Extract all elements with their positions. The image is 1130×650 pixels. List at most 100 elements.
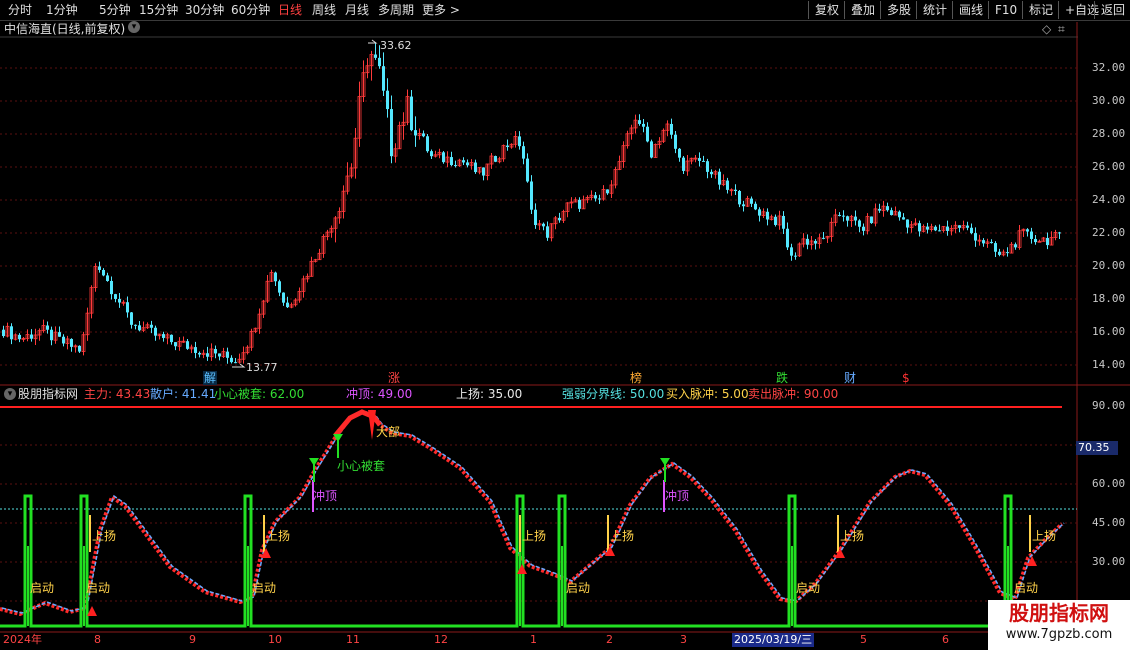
candle-body-down <box>878 208 881 211</box>
stock-title: 中信海直(日线,前复权) <box>4 22 126 36</box>
candle-body-down <box>282 292 285 303</box>
candle-body-down <box>1014 244 1017 248</box>
candle-body-down <box>918 223 921 232</box>
candle-body-down <box>18 334 21 340</box>
low-price-pointer <box>232 363 246 368</box>
chart-canvas <box>0 22 1130 633</box>
candle-body-down <box>786 228 789 248</box>
candle-body-down <box>998 251 1001 255</box>
annotation-rise: 上扬 <box>1032 529 1057 543</box>
candle-body-down <box>102 269 105 276</box>
candle-body-down <box>958 225 961 228</box>
cursor-date-label: 2025/03/19/三 <box>732 633 815 647</box>
candle-body-down <box>674 134 677 149</box>
annotation-start: 启动 <box>1014 581 1039 595</box>
event-marker-rise[interactable]: 涨 <box>388 371 400 385</box>
candle-body-down <box>938 230 941 232</box>
indicator-tick: 45.00 <box>1092 516 1126 529</box>
candle-body-down <box>170 334 173 343</box>
candle-body-down <box>750 198 753 204</box>
annotation-rise: 上扬 <box>266 529 291 543</box>
candle-body-down <box>734 189 737 191</box>
candle-body-down <box>902 217 905 220</box>
candle-body-down <box>926 226 929 230</box>
candle-body-down <box>946 226 949 231</box>
indicator-rise-value: 上扬: 35.00 <box>456 387 523 401</box>
main-force-line <box>0 409 1064 617</box>
date-tick: 12 <box>434 633 448 646</box>
watermark-url: www.7gpzb.com <box>1005 627 1113 642</box>
indicator-divider-value: 强弱分界线: 50.00 <box>562 387 665 401</box>
price-tick: 14.00 <box>1092 358 1126 371</box>
candle-body-down <box>822 237 825 239</box>
candle-body-down <box>130 312 133 325</box>
candle-body-down <box>650 141 653 158</box>
candle-body-down <box>530 181 533 210</box>
candle-body-down <box>990 241 993 244</box>
annotation-rise: 上扬 <box>92 529 117 543</box>
candle-body-down <box>966 225 969 228</box>
price-tick: 28.00 <box>1092 127 1126 140</box>
low-price-label: 13.77 <box>246 361 278 374</box>
indicator-name: 股朋指标网 <box>18 387 79 401</box>
candle-body-down <box>974 233 977 241</box>
price-tick: 32.00 <box>1092 61 1126 74</box>
indicator-collapse-icon[interactable]: ▾ <box>4 388 16 400</box>
annotation-start: 启动 <box>252 581 277 595</box>
price-tick: 16.00 <box>1092 325 1126 338</box>
candle-body-down <box>138 325 141 331</box>
high-price-pointer <box>368 39 378 44</box>
candle-body-down <box>1046 237 1049 246</box>
price-tick: 24.00 <box>1092 193 1126 206</box>
candle-body-down <box>594 195 597 199</box>
candle-body-down <box>218 353 221 357</box>
candle-body-down <box>886 206 889 211</box>
candle-body-down <box>378 57 381 67</box>
candle-body-down <box>970 227 973 234</box>
indicator-lines <box>0 409 1065 628</box>
price-tick: 20.00 <box>1092 259 1126 272</box>
event-marker-fall[interactable]: 跌 <box>776 371 788 385</box>
candle-body-down <box>534 209 537 226</box>
watermark-title: 股朋指标网 <box>1009 601 1109 625</box>
candle-body-down <box>862 226 865 231</box>
candle-body-down <box>702 160 705 162</box>
high-price-label: 33.62 <box>380 39 412 52</box>
candle-body-down <box>126 302 129 313</box>
date-tick: 5 <box>860 633 867 646</box>
candle-body-down <box>546 226 549 238</box>
candle-body-down <box>450 157 453 166</box>
candle-body-down <box>1058 232 1061 234</box>
indicator-tick: 60.00 <box>1092 477 1126 490</box>
candle-body-down <box>806 238 809 245</box>
price-tick: 30.00 <box>1092 94 1126 107</box>
diamond-icon[interactable]: ◇ <box>1042 22 1051 36</box>
indicator-peak-value: 冲顶: 49.00 <box>346 387 413 401</box>
candle-body-down <box>766 211 769 220</box>
annotation-start: 启动 <box>30 581 55 595</box>
candle-body-down <box>706 161 709 172</box>
candle-body-down <box>462 160 465 163</box>
candle-body-down <box>50 329 53 341</box>
candle-body-down <box>10 326 13 340</box>
candle-body-down <box>234 362 237 364</box>
event-marker-unlock[interactable]: 解 <box>203 371 218 385</box>
indicator-tick: 90.00 <box>1092 399 1126 412</box>
candle-body-down <box>906 219 909 228</box>
price-tick: 22.00 <box>1092 226 1126 239</box>
candle-body-down <box>518 136 521 147</box>
candle-body-down <box>110 280 113 295</box>
event-marker-finance[interactable]: 财 <box>844 371 856 385</box>
event-marker-list[interactable]: 榜 <box>630 371 642 385</box>
indicator-tick: 30.00 <box>1092 555 1126 568</box>
chevron-down-icon[interactable]: ▾ <box>128 21 140 33</box>
annotation-peak: 冲顶 <box>665 489 690 503</box>
candlestick-series <box>2 39 1061 368</box>
event-marker-dividend[interactable]: $ <box>902 371 910 385</box>
candle-body-down <box>638 120 641 124</box>
candle-body-down <box>150 324 153 328</box>
annotation-careful: 小心被套 <box>337 459 386 473</box>
candle-body-down <box>758 209 761 216</box>
candle-body-down <box>646 126 649 142</box>
settings-icon[interactable]: ⌗ <box>1058 22 1065 36</box>
